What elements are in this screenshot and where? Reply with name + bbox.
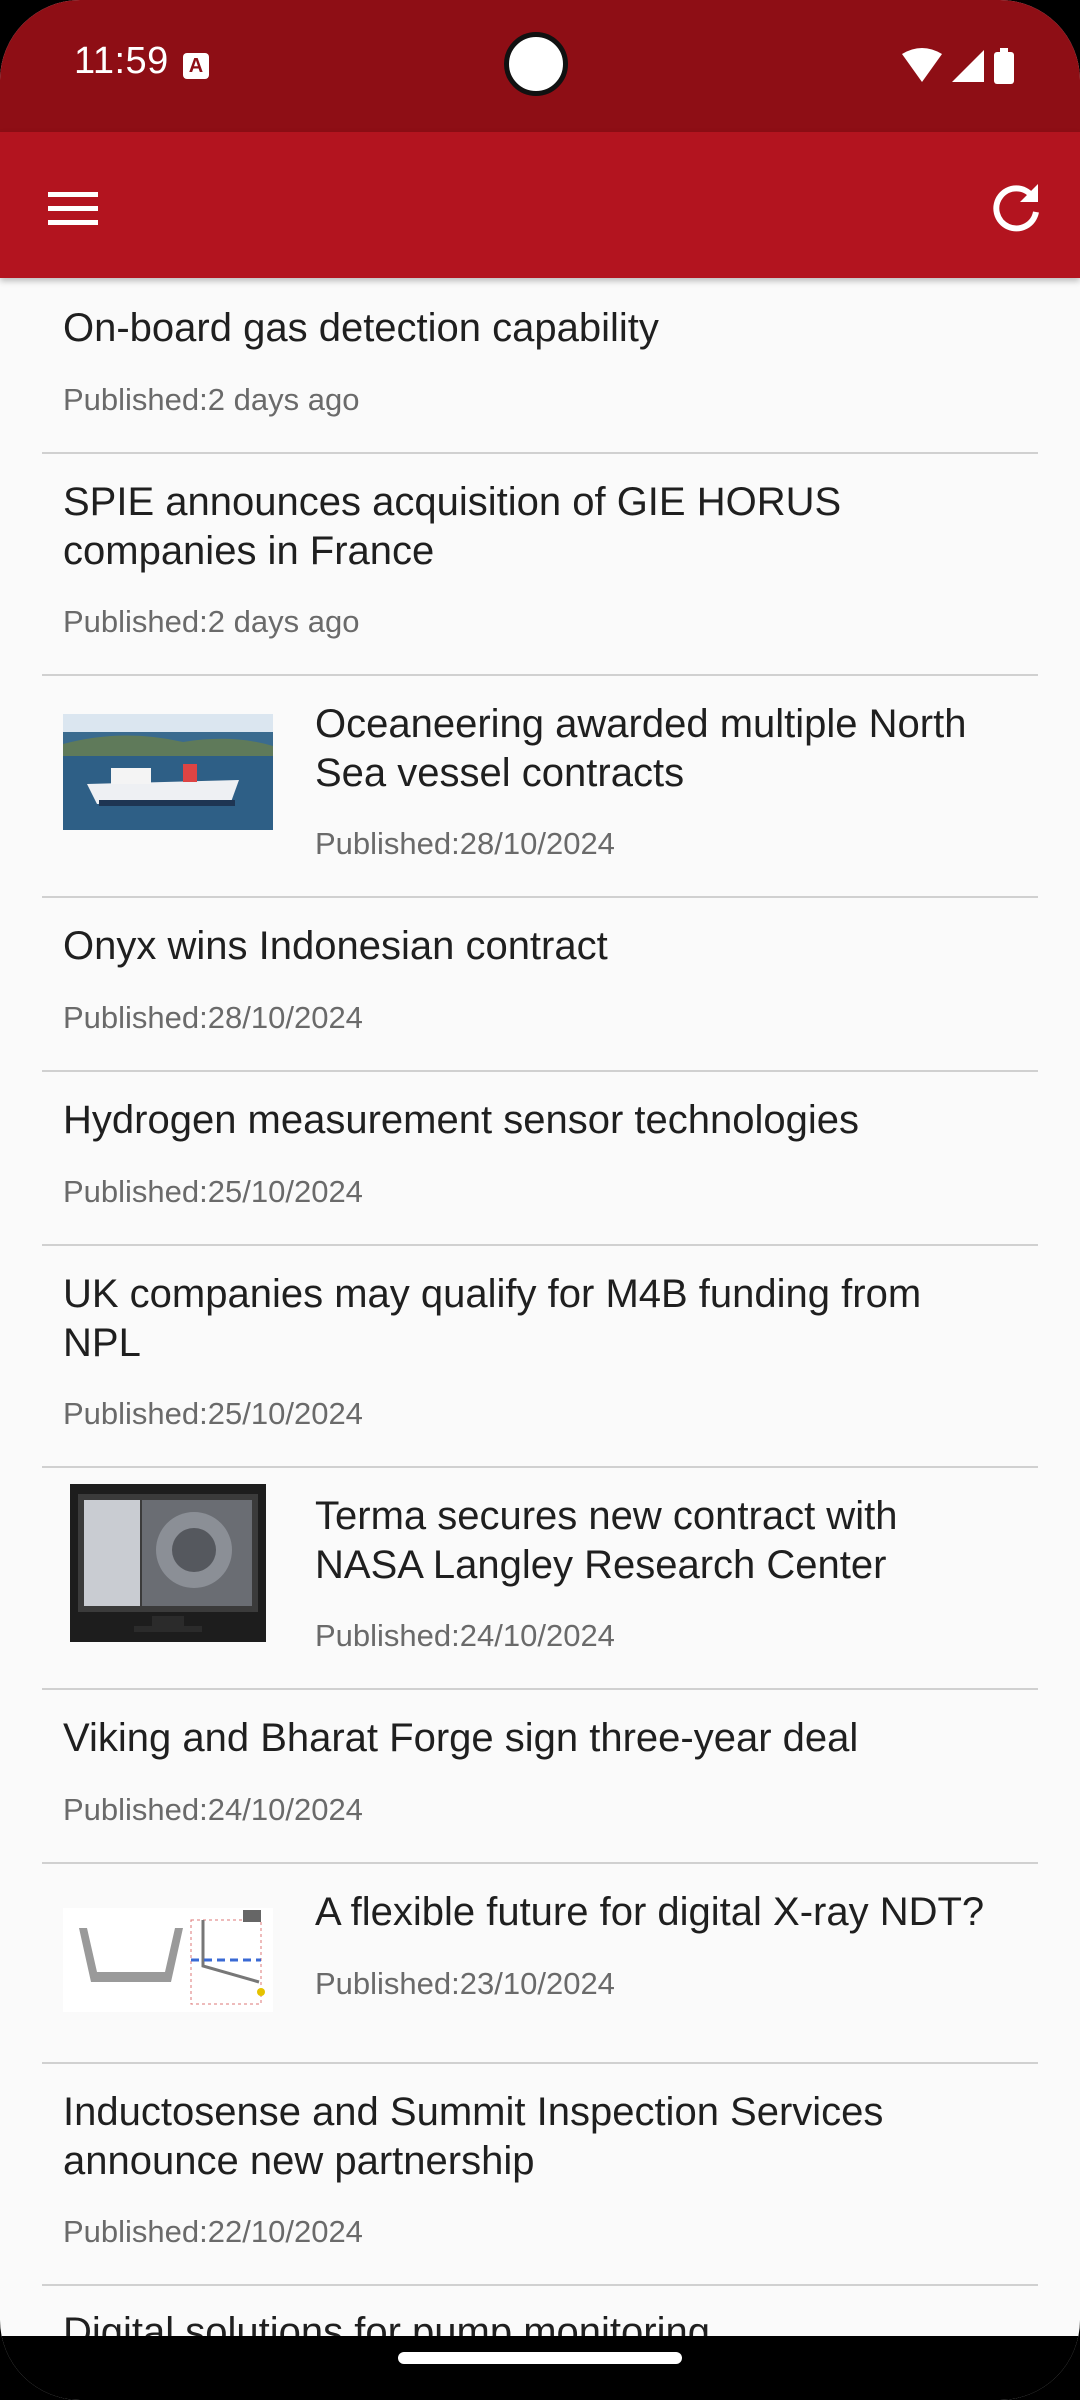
published-date: Published:24/10/2024 [315,1618,615,1653]
title-line: Viking and Bharat Forge sign three-year … [63,1716,859,1760]
article-title: Onyx wins Indonesian contract [63,922,1023,971]
diagram-image [63,1908,273,2012]
wifi-icon [902,48,942,82]
status-icons [900,46,1030,86]
title-line: NPL [63,1321,141,1365]
title-line: NASA Langley Research Center [315,1543,887,1587]
article-title: Inductosense and Summit Inspection Servi… [63,2088,1023,2186]
notification-badge-icon: A [183,53,209,79]
ship-image [63,714,273,830]
article-title: A flexible future for digital X-ray NDT? [315,1888,1035,1937]
title-line: Oceaneering awarded multiple North [315,702,967,746]
title-line: SPIE announces acquisition of GIE HORUS [63,480,842,524]
title-line: Inductosense and Summit Inspection Servi… [63,2090,884,2134]
article-title: SPIE announces acquisition of GIE HORUS … [63,478,1023,576]
refresh-button[interactable] [976,168,1056,248]
title-line: UK companies may qualify for M4B funding… [63,1272,922,1316]
list-item[interactable]: On-board gas detection capability Publis… [42,278,1038,454]
list-item[interactable]: Hydrogen measurement sensor technologies… [42,1072,1038,1246]
article-title: Hydrogen measurement sensor technologies [63,1096,1023,1145]
published-date: Published:28/10/2024 [63,1000,363,1035]
battery-icon [994,48,1014,84]
published-date: Published:25/10/2024 [63,1174,363,1209]
diagram-thumbnail [63,1908,273,2012]
published-date: Published:28/10/2024 [315,826,615,861]
list-item[interactable]: Terma secures new contract with NASA Lan… [42,1468,1038,1690]
title-line: Sea vessel contracts [315,751,685,795]
list-item[interactable]: Viking and Bharat Forge sign three-year … [42,1690,1038,1864]
published-date: Published:22/10/2024 [63,2214,363,2249]
published-date: Published:24/10/2024 [63,1792,363,1827]
cell-signal-icon [952,50,984,82]
system-nav-bar [0,2336,1080,2400]
home-gesture-handle[interactable] [398,2352,682,2364]
app-bar [0,132,1080,278]
published-date: Published:25/10/2024 [63,1396,363,1431]
title-line: A flexible future for digital X-ray NDT? [315,1890,985,1934]
published-date: Published:2 days ago [63,604,360,639]
status-bar: 11:59 A [0,0,1080,132]
list-item[interactable]: Onyx wins Indonesian contract Published:… [42,898,1038,1072]
menu-button[interactable] [34,170,110,246]
phone-screen: 11:59 A On-board gas detection capabilit… [0,0,1080,2400]
article-title: UK companies may qualify for M4B funding… [63,1270,1023,1368]
refresh-icon [993,184,1039,232]
list-item[interactable]: A flexible future for digital X-ray NDT?… [42,1864,1038,2064]
monitor-image [70,1484,266,1642]
title-line: Hydrogen measurement sensor technologies [63,1098,859,1142]
article-title: On-board gas detection capability [63,304,1023,353]
menu-icon [48,192,98,225]
title-line: On-board gas detection capability [63,306,659,350]
title-line: Onyx wins Indonesian contract [63,924,608,968]
list-item[interactable]: SPIE announces acquisition of GIE HORUS … [42,454,1038,676]
status-time: 11:59 [74,40,169,82]
article-title: Terma secures new contract with NASA Lan… [315,1492,1015,1590]
ship-thumbnail [63,714,273,830]
article-title: Oceaneering awarded multiple North Sea v… [315,700,1015,798]
title-line: companies in France [63,529,435,573]
published-date: Published:2 days ago [63,382,360,417]
list-item[interactable]: UK companies may qualify for M4B funding… [42,1246,1038,1468]
list-item[interactable]: Inductosense and Summit Inspection Servi… [42,2064,1038,2286]
list-item[interactable]: Oceaneering awarded multiple North Sea v… [42,676,1038,898]
camera-cutout [504,32,568,96]
title-line: Terma secures new contract with [315,1494,898,1538]
title-line: announce new partnership [63,2139,535,2183]
monitor-thumbnail [70,1484,266,1642]
article-title: Viking and Bharat Forge sign three-year … [63,1714,1023,1763]
published-date: Published:23/10/2024 [315,1966,615,2001]
